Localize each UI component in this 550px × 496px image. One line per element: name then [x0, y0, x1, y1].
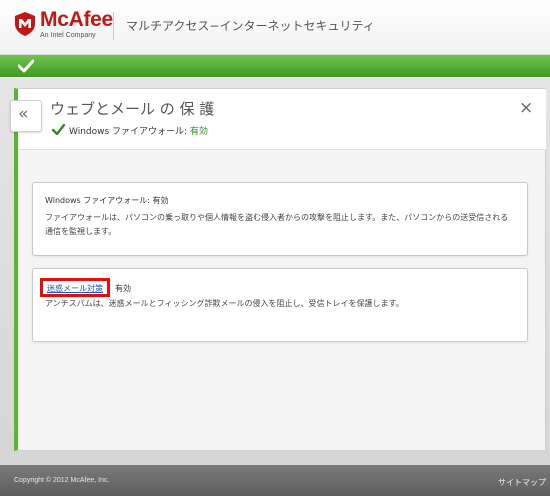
- brand-subtitle: An Intel Company: [40, 32, 96, 39]
- page-title: ウェブとメール の 保 護: [50, 100, 215, 118]
- firewall-status: Windows ファイアウォール: 有効: [69, 124, 208, 137]
- anti-spam-status: 有効: [115, 284, 131, 293]
- app-footer: Copyright © 2012 McAfee, Inc. サイトマップ: [0, 465, 550, 496]
- firewall-card-title: Windows ファイアウォール: 有効: [45, 196, 169, 205]
- brand-logo-text: McAfee: [40, 8, 113, 31]
- status-check-icon: [52, 124, 65, 135]
- product-name: マルチアクセス−インターネットセキュリティ: [126, 19, 375, 33]
- double-chevron-left-icon: «: [18, 104, 29, 124]
- protection-status-bar[interactable]: [0, 55, 550, 77]
- copyright-text: Copyright © 2012 McAfee, Inc.: [14, 477, 110, 484]
- firewall-card-description: ファイアウォールは、パソコンの乗っ取りや個人情報を盗む侵入者からの攻撃を阻止しま…: [45, 213, 509, 236]
- firewall-status-value: 有効: [189, 127, 208, 137]
- check-icon: [18, 59, 34, 73]
- sitemap-link[interactable]: サイトマップ: [498, 477, 546, 488]
- mcafee-shield-icon: [15, 12, 35, 36]
- close-icon[interactable]: ×: [519, 98, 533, 118]
- firewall-card[interactable]: Windows ファイアウォール: 有効 ファイアウォールは、パソコンの乗っ取り…: [32, 182, 528, 256]
- anti-spam-description: アンチスパムは、迷惑メールとフィッシング詐欺メールの侵入を阻止し、受信トレイを保…: [45, 299, 404, 308]
- firewall-status-label: Windows ファイアウォール:: [69, 127, 190, 137]
- header-divider: [113, 12, 114, 40]
- app-header: McAfee An Intel Company マルチアクセス−インターネットセ…: [0, 0, 550, 55]
- back-button[interactable]: «: [10, 100, 42, 132]
- highlight-box: [40, 278, 110, 297]
